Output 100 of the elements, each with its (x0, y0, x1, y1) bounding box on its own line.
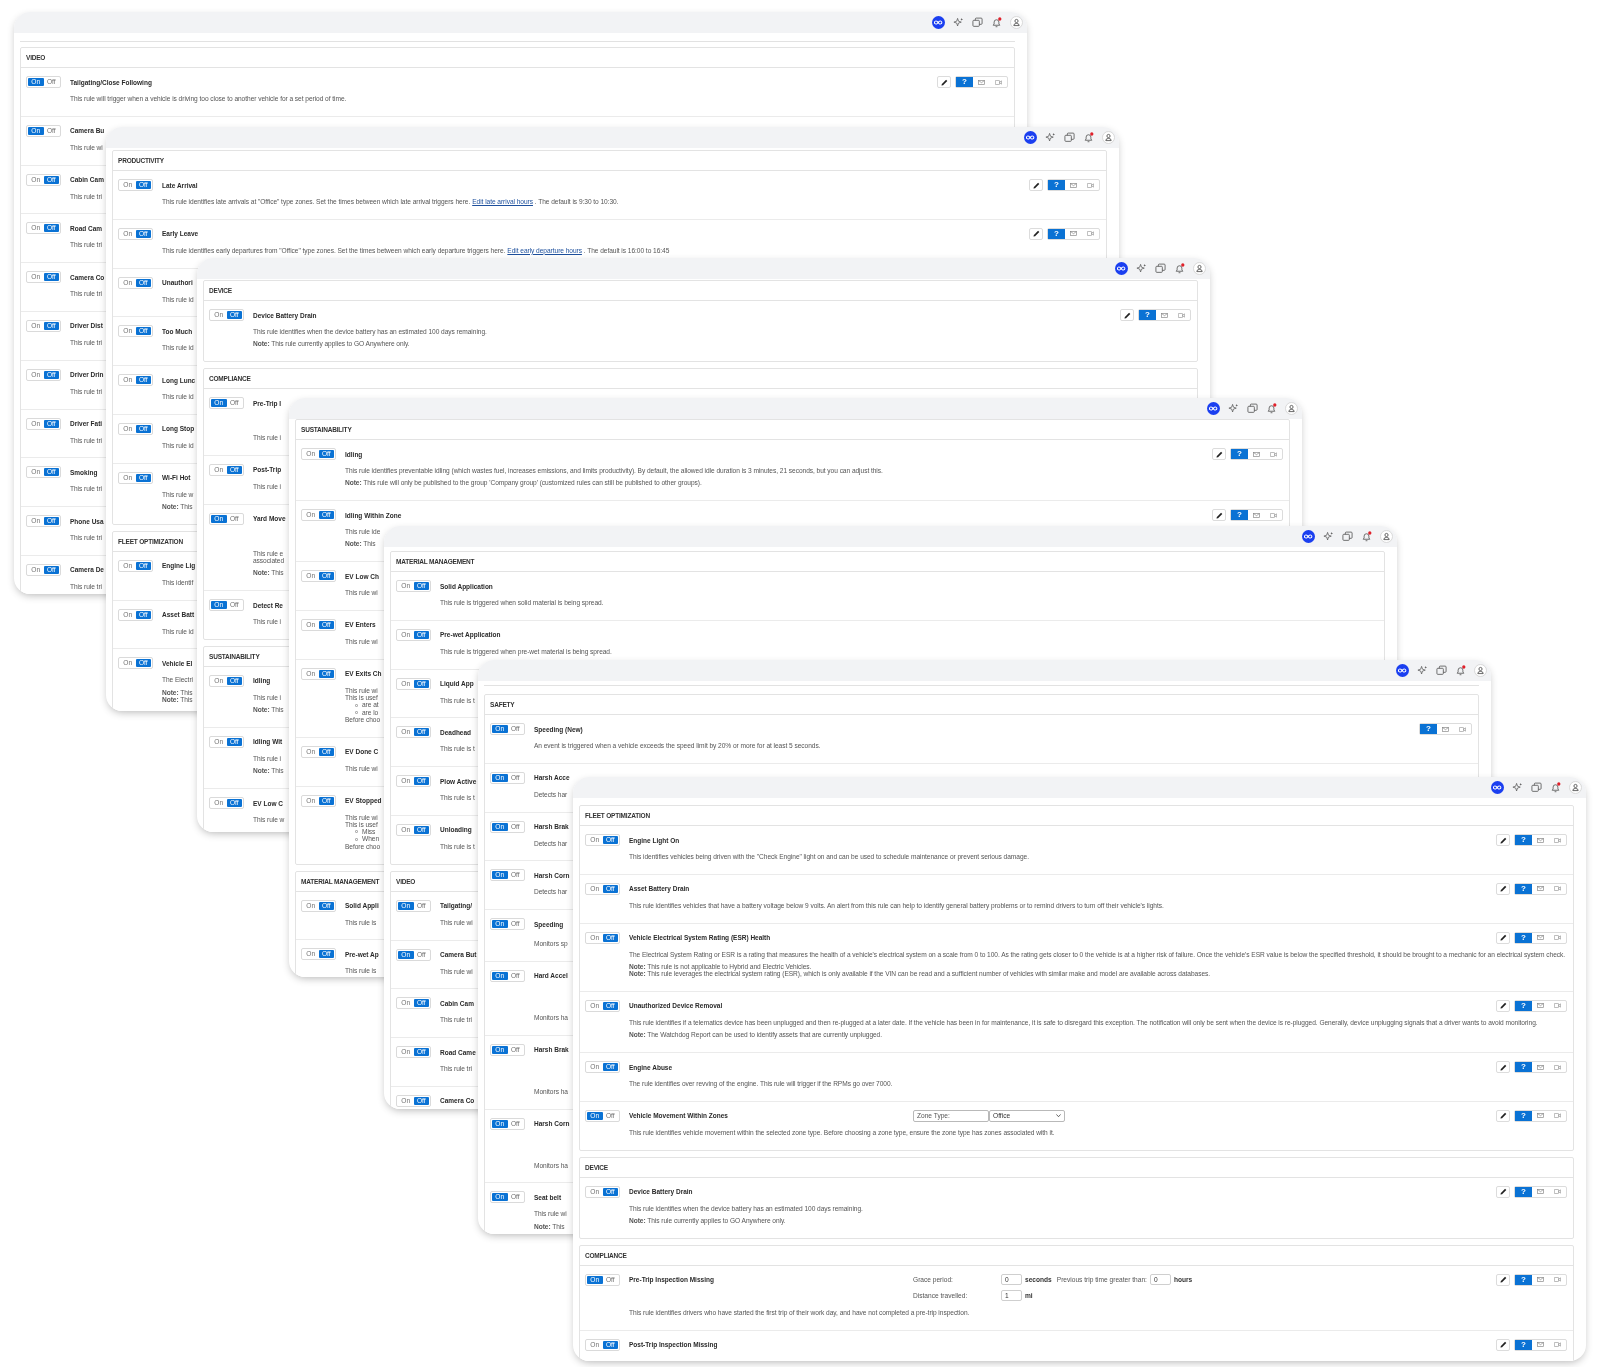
video-camera-icon (1554, 837, 1561, 843)
logo-icon[interactable] (932, 16, 945, 29)
video-camera-icon (1554, 1277, 1561, 1283)
video-camera-icon (1270, 512, 1277, 518)
envelope-icon (1537, 1342, 1544, 1348)
edit-button[interactable] (1496, 1338, 1510, 1351)
user-icon[interactable] (1102, 131, 1115, 144)
pencil-icon (940, 78, 948, 86)
edit-button[interactable] (1496, 1109, 1510, 1122)
envelope-icon (1537, 935, 1544, 941)
user-icon[interactable] (1193, 262, 1206, 275)
copy-icon[interactable] (1531, 782, 1542, 793)
sparkle-icon[interactable] (1323, 531, 1334, 542)
help-button[interactable]: ? (1420, 724, 1437, 734)
edit-button[interactable] (1496, 931, 1510, 944)
help-button[interactable]: ? (1515, 835, 1532, 845)
help-button[interactable]: ? (1231, 449, 1248, 459)
help-button[interactable]: ? (1515, 1274, 1532, 1285)
pencil-icon (1032, 181, 1040, 189)
pencil-icon (1499, 1188, 1507, 1196)
sparkle-icon[interactable] (1417, 665, 1428, 676)
logo-icon[interactable] (1491, 781, 1504, 794)
help-button[interactable]: ? (1515, 1186, 1532, 1197)
user-icon[interactable] (1285, 402, 1298, 415)
edit-button[interactable] (1496, 1061, 1510, 1074)
video-camera-icon (1554, 935, 1561, 941)
bell-icon[interactable] (1455, 665, 1466, 676)
copy-icon[interactable] (1342, 531, 1353, 542)
logo-icon[interactable] (1024, 131, 1037, 144)
edit-button[interactable] (1212, 448, 1226, 460)
help-button[interactable]: ? (1515, 1001, 1532, 1011)
envelope-icon (1253, 451, 1260, 457)
video-camera-icon (1554, 1113, 1561, 1119)
user-icon[interactable] (1010, 16, 1023, 29)
help-button[interactable]: ? (1231, 510, 1248, 521)
envelope-icon (1070, 182, 1077, 188)
video-camera-icon (1554, 886, 1561, 892)
copy-icon[interactable] (1247, 403, 1258, 414)
help-button[interactable]: ? (1048, 180, 1065, 190)
help-button[interactable]: ? (1515, 1062, 1532, 1073)
edit-button[interactable] (1496, 834, 1510, 846)
pencil-icon (1499, 1112, 1507, 1120)
sparkle-icon[interactable] (953, 17, 964, 28)
edit-button[interactable] (1496, 1000, 1510, 1012)
envelope-icon (1537, 1064, 1544, 1070)
help-button[interactable]: ? (1515, 883, 1532, 894)
help-button[interactable]: ? (1048, 228, 1065, 239)
pencil-icon (1499, 836, 1507, 844)
user-icon[interactable] (1569, 781, 1582, 794)
sparkle-icon[interactable] (1045, 132, 1056, 143)
edit-button[interactable] (1029, 227, 1043, 240)
video-camera-icon (1554, 1003, 1561, 1009)
edit-button[interactable] (1029, 179, 1043, 191)
video-camera-icon (1087, 182, 1094, 188)
copy-icon[interactable] (972, 17, 983, 28)
logo-icon[interactable] (1115, 262, 1128, 275)
logo-icon[interactable] (1396, 664, 1409, 677)
help-button[interactable]: ? (1139, 310, 1156, 320)
bell-icon[interactable] (1174, 263, 1185, 274)
sparkle-icon[interactable] (1228, 403, 1239, 414)
video-camera-icon (1270, 451, 1277, 457)
copy-icon[interactable] (1064, 132, 1075, 143)
envelope-icon (1537, 886, 1544, 892)
envelope-icon (1537, 837, 1544, 843)
pencil-icon (1499, 1002, 1507, 1010)
bell-icon[interactable] (991, 17, 1002, 28)
user-icon[interactable] (1474, 664, 1487, 677)
sparkle-icon[interactable] (1512, 782, 1523, 793)
envelope-icon (1537, 1003, 1544, 1009)
edit-button[interactable] (1496, 1185, 1510, 1198)
caret-icon (1056, 1114, 1061, 1118)
edit-button[interactable] (1496, 1273, 1510, 1286)
help-button[interactable]: ? (1515, 1110, 1532, 1121)
video-camera-icon (1554, 1189, 1561, 1195)
pencil-icon (1499, 885, 1507, 893)
bell-icon[interactable] (1361, 531, 1372, 542)
envelope-icon (1070, 231, 1077, 237)
video-camera-icon (1554, 1064, 1561, 1070)
edit-button[interactable] (1212, 509, 1226, 522)
envelope-icon (1442, 726, 1449, 732)
help-button[interactable]: ? (956, 77, 973, 87)
copy-icon[interactable] (1155, 263, 1166, 274)
edit-button[interactable] (937, 76, 951, 88)
bell-icon[interactable] (1266, 403, 1277, 414)
bullet-icon (355, 703, 358, 707)
edit-button[interactable] (1496, 882, 1510, 895)
bell-icon[interactable] (1550, 782, 1561, 793)
bell-icon[interactable] (1083, 132, 1094, 143)
envelope-icon (1161, 312, 1168, 318)
logo-icon[interactable] (1207, 402, 1220, 415)
help-button[interactable]: ? (1515, 932, 1532, 943)
help-button[interactable]: ? (1515, 1339, 1532, 1350)
user-icon[interactable] (1380, 530, 1393, 543)
edit-button[interactable] (1120, 309, 1134, 321)
logo-icon[interactable] (1302, 530, 1315, 543)
pencil-icon (1123, 311, 1131, 319)
copy-icon[interactable] (1436, 665, 1447, 676)
video-camera-icon (1459, 726, 1466, 732)
envelope-icon (1253, 512, 1260, 518)
sparkle-icon[interactable] (1136, 263, 1147, 274)
